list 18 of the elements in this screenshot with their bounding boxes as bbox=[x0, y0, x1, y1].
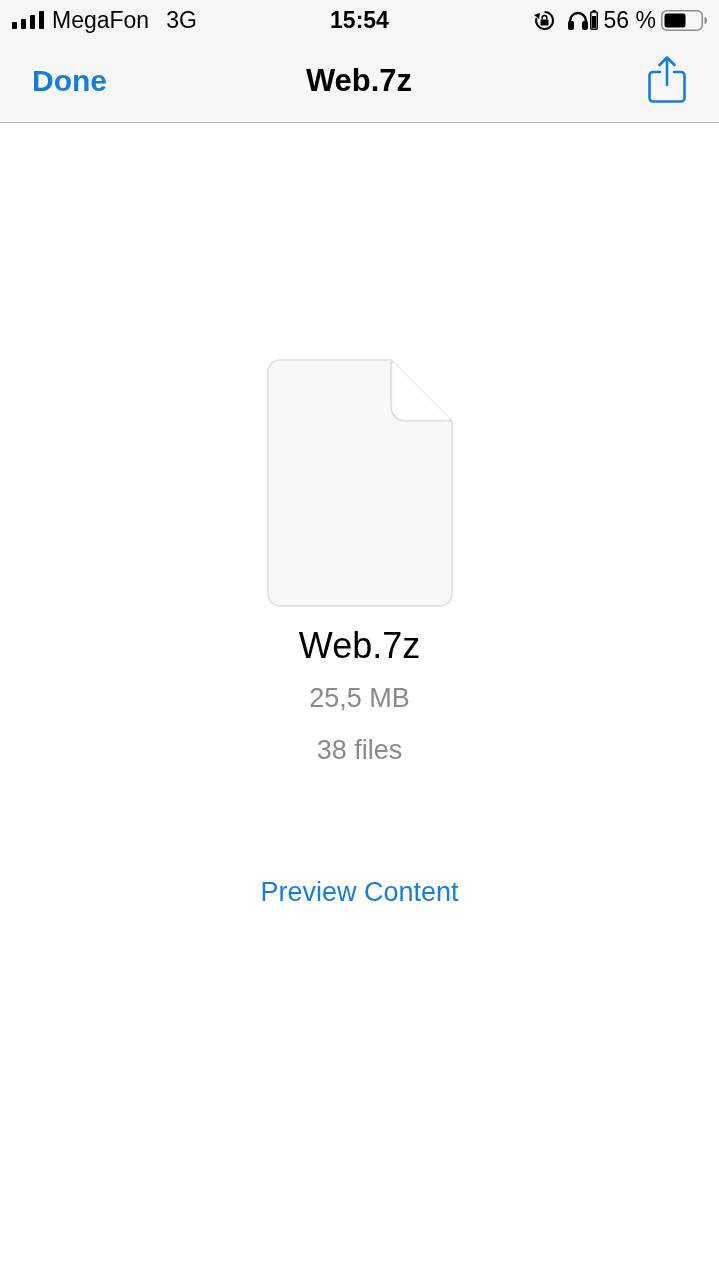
carrier-name: MegaFon bbox=[52, 6, 150, 34]
file-count: 38 files bbox=[316, 734, 403, 767]
nav-title: Web.7z bbox=[305, 63, 413, 99]
file-size: 25,5 MB bbox=[309, 682, 410, 715]
battery-icon bbox=[661, 9, 707, 31]
status-time: 15:54 bbox=[330, 6, 389, 34]
share-icon bbox=[648, 55, 686, 103]
preview-content-link[interactable]: Preview Content bbox=[260, 874, 459, 910]
network-type: 3G bbox=[166, 6, 197, 34]
battery-percent: 56 % bbox=[603, 6, 656, 34]
file-name: Web.7z bbox=[298, 624, 421, 668]
share-button[interactable] bbox=[648, 55, 686, 103]
signal-icon bbox=[12, 11, 44, 29]
document-icon bbox=[266, 359, 453, 607]
rotation-lock-icon bbox=[533, 9, 555, 31]
headphones-icon bbox=[566, 10, 589, 30]
done-button[interactable]: Done bbox=[32, 63, 107, 99]
small-battery-icon bbox=[589, 10, 598, 30]
